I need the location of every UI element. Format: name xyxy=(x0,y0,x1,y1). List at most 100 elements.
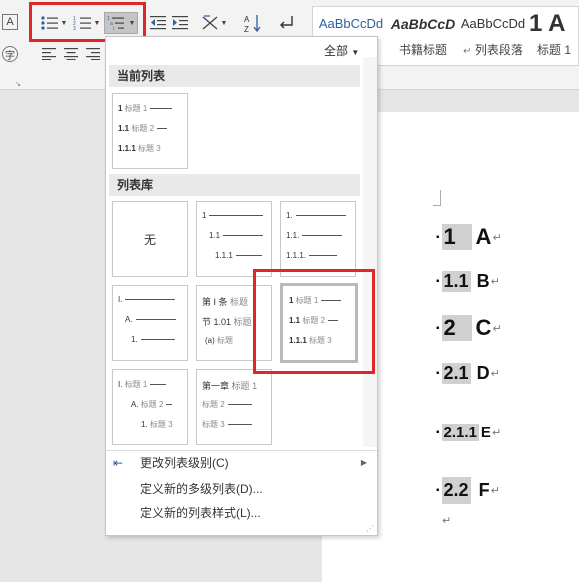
filter-dropdown[interactable]: 全部 ▼ xyxy=(324,42,359,59)
list-number: 2.1.1 xyxy=(441,423,479,441)
thumb-line: (a) 标题 xyxy=(205,336,234,345)
heading-text: D xyxy=(476,362,490,383)
doc-heading-line[interactable]: ▪ 1.1 B ↵ xyxy=(436,266,500,296)
list-number: 2.1 xyxy=(441,362,471,384)
doc-heading-line[interactable]: ▪ 2.1.1 E ↵ xyxy=(436,419,501,445)
list-thumb-roman[interactable]: I. A. 1. xyxy=(112,285,188,361)
menu-label: 更改列表级别(C) xyxy=(140,456,229,470)
doc-heading-line[interactable]: ▪ 2.1 D ↵ xyxy=(436,358,500,388)
menu-define-multilevel-list[interactable]: 定义新的多级列表(D)... xyxy=(106,477,377,501)
style-name-text: 列表段落 xyxy=(474,43,523,57)
doc-heading-line[interactable]: ▪ 1 A ↵ xyxy=(436,220,502,254)
list-marker-dot: ▪ xyxy=(436,367,440,379)
font-dialog-launcher-icon[interactable]: ↘ xyxy=(14,80,22,88)
chevron-right-icon: ▶ xyxy=(360,458,367,467)
style-book-title[interactable]: AaBbCcD 书籍标题 xyxy=(387,7,459,65)
para-mark: ↵ xyxy=(490,275,500,288)
thumb-line: 1.1.1 标题 3 xyxy=(118,144,161,153)
style-name: 书籍标题 xyxy=(398,43,447,57)
list-thumb-numeric-dot[interactable]: 1. 1.1. 1.1.1. xyxy=(280,201,356,277)
sort-icon[interactable]: AZ xyxy=(242,12,264,34)
list-number: 1 xyxy=(441,224,472,250)
thumb-line: 1.1 xyxy=(209,231,264,240)
list-thumb-numeric[interactable]: 1 1.1 1.1.1 xyxy=(196,201,272,277)
scrollbar[interactable] xyxy=(363,57,377,447)
thumb-line: 节 1.01 标题 xyxy=(202,317,252,327)
filter-label: 全部 xyxy=(324,44,349,58)
thumb-line: 1. 标题 3 xyxy=(141,420,173,429)
list-number: 1.1 xyxy=(441,270,471,292)
style-list-paragraph[interactable]: AaBbCcDd ↵ 列表段落 xyxy=(457,7,529,65)
list-marker-dot: ▪ xyxy=(436,484,440,496)
thumb-line: 第一章 标题 1 xyxy=(202,380,258,392)
para-mark: ↵ xyxy=(491,426,502,439)
svg-text:Z: Z xyxy=(244,25,249,33)
phonetic-guide-icon[interactable]: 字 xyxy=(2,46,18,62)
doc-heading-line[interactable]: ▪ 2 C ↵ xyxy=(436,311,502,345)
style-name: 标题 1 xyxy=(537,43,572,57)
style-name: ↵ 列表段落 xyxy=(457,41,529,58)
list-thumb-roman-heading[interactable]: I. 标题 1 A. 标题 2 1. 标题 3 xyxy=(112,369,188,445)
increase-indent-icon[interactable] xyxy=(171,14,189,32)
highlight-selected-list xyxy=(253,269,375,374)
chevron-down-icon: ▼ xyxy=(351,48,360,57)
thumb-line: 1.1.1 xyxy=(215,251,262,260)
list-thumb-current[interactable]: 1 标题 1 1.1 标题 2 1.1.1 标题 3 xyxy=(112,93,188,169)
para-mark: ↵ xyxy=(463,46,472,57)
menu-change-list-level[interactable]: ⇤ 更改列表级别(C) ▶ xyxy=(106,451,377,475)
list-number: 2 xyxy=(441,315,472,341)
style-preview: 1 A xyxy=(529,10,566,37)
section-header-current: 当前列表 xyxy=(109,65,360,87)
para-mark: ↵ xyxy=(492,231,502,244)
chinese-layout-icon[interactable] xyxy=(200,13,220,33)
style-preview: AaBbCcDd xyxy=(460,16,526,31)
list-marker-dot: ▪ xyxy=(436,231,440,243)
resize-grip-icon[interactable]: ⋰ xyxy=(366,524,374,533)
show-marks-icon[interactable] xyxy=(275,12,297,34)
thumb-line: I. 标题 1 xyxy=(118,379,167,390)
svg-text:A: A xyxy=(244,15,250,24)
menu-label: 定义新的列表样式(L)... xyxy=(140,506,261,520)
thumb-line: 1 标题 1 xyxy=(118,103,173,114)
chevron-down-icon[interactable]: ▼ xyxy=(220,18,228,28)
menu-define-list-style[interactable]: 定义新的列表样式(L)... xyxy=(106,501,377,525)
thumb-line: 标题 2 xyxy=(202,399,252,410)
thumb-line: 1.1 标题 2 xyxy=(118,123,168,134)
heading-text: C xyxy=(475,315,492,340)
thumb-line: 1.1.1. xyxy=(286,251,338,260)
char-border-icon[interactable]: A xyxy=(2,14,18,30)
list-marker-dot: ▪ xyxy=(436,275,440,287)
para-mark: ↵ xyxy=(490,484,500,497)
thumb-line: 1.1. xyxy=(286,231,343,240)
section-header-library: 列表库 xyxy=(109,174,360,196)
heading-text: F xyxy=(478,479,490,500)
heading-text: E xyxy=(480,423,491,441)
thumb-line: 1. xyxy=(131,335,175,344)
align-left-icon[interactable] xyxy=(40,46,58,62)
list-thumb-chapter-heading[interactable]: 第一章 标题 1 标题 2 标题 3 xyxy=(196,369,272,445)
list-thumb-none[interactable]: 无 xyxy=(112,201,188,277)
list-marker-dot: ▪ xyxy=(436,322,440,334)
para-mark: ↵ xyxy=(490,367,500,380)
thumb-line: 1. xyxy=(286,211,346,220)
align-center-icon[interactable] xyxy=(62,46,80,62)
decrease-indent-icon[interactable] xyxy=(149,14,167,32)
thumb-line: 标题 3 xyxy=(202,419,252,430)
margin-corner-mark xyxy=(433,190,441,206)
thumb-line: A. 标题 2 xyxy=(131,399,173,410)
menu-label: 定义新的多级列表(D)... xyxy=(140,482,263,496)
empty-para-mark: ↵ xyxy=(442,515,452,527)
thumb-line: 1 xyxy=(202,211,264,220)
style-preview: AaBbCcD xyxy=(390,16,456,32)
para-mark: ↵ xyxy=(492,322,502,335)
heading-text: B xyxy=(476,270,490,291)
align-right-icon[interactable] xyxy=(84,46,102,62)
doc-heading-line[interactable]: ▪ 2.2 F ↵ xyxy=(436,475,500,505)
list-number: 2.2 xyxy=(441,476,471,504)
thumb-line: I. xyxy=(118,295,176,304)
style-heading-1[interactable]: 1 A 标题 1 xyxy=(529,7,579,65)
heading-text: A xyxy=(475,224,492,249)
thumb-line: A. xyxy=(125,315,176,324)
list-marker-dot: ▪ xyxy=(436,426,440,438)
none-label: 无 xyxy=(143,232,156,247)
